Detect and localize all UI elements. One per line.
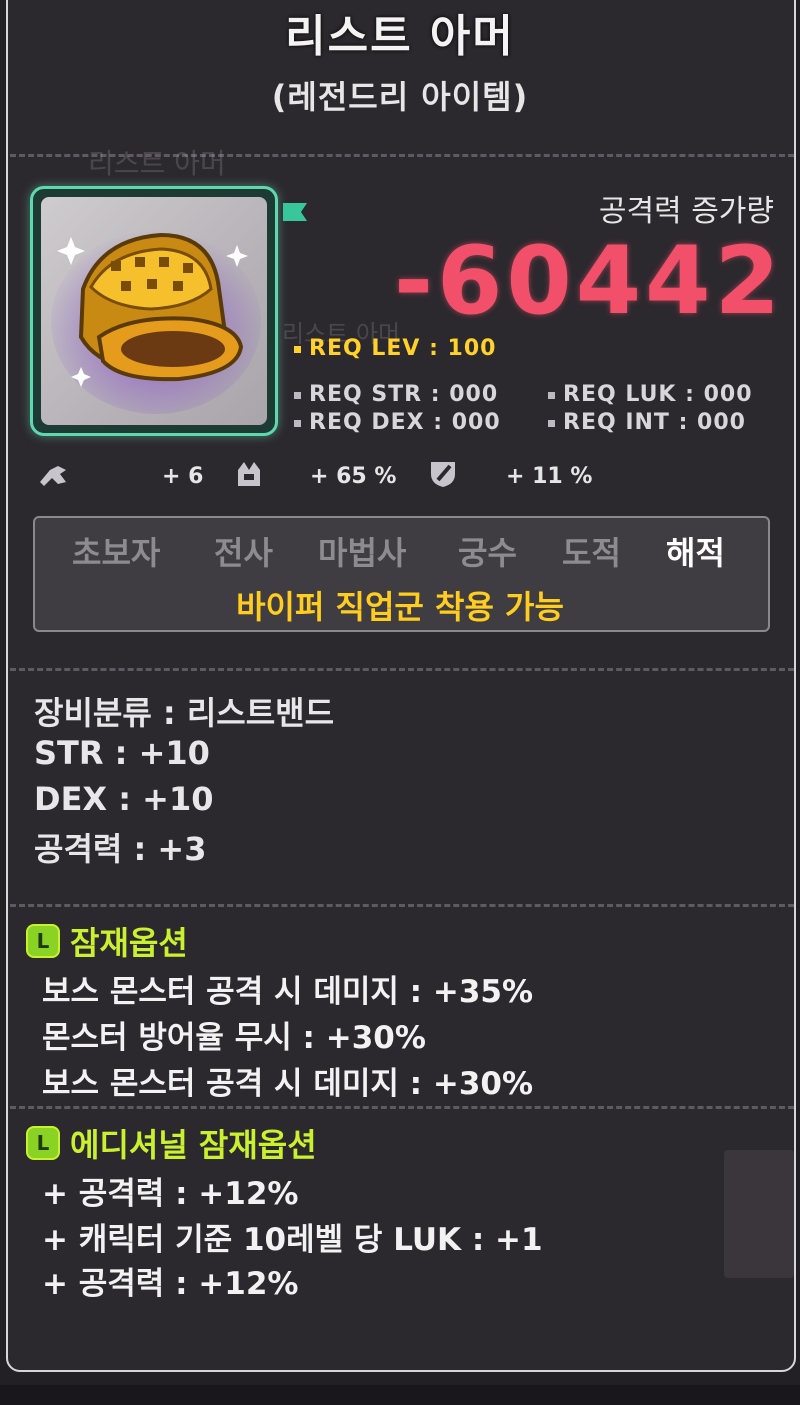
job-archer: 궁수 [458,534,517,572]
item-name: 리스트 아머 [285,11,515,62]
job-warrior: 전사 [214,534,273,572]
wrist-armor-icon [51,230,261,414]
job-note: 바이퍼 직업군 착용 가능 [236,588,564,626]
ghost-item-name: 리스트 아머 [88,147,226,180]
background-block [724,1150,794,1278]
attack-change-label: 공격력 증가량 [598,194,774,229]
potential-header: 잠재옵션 [26,918,188,964]
boss-damage-value: + 65 % [310,464,397,489]
boss-damage-icon [238,462,260,486]
stat-dex: DEX : +10 [34,780,214,818]
req-luk: REQ LUK : 000 [548,382,753,407]
additional-line-2: + 캐릭터 기준 10레벨 당 LUK : +1 [42,1222,543,1258]
job-magician: 마법사 [318,534,407,572]
bottom-edge [0,1385,800,1405]
divider-stats [10,668,794,671]
additional-potential-header: 에디셔널 잠재옵션 [26,1120,317,1166]
potential-line-1: 보스 몬스터 공격 시 데미지 : +35% [42,974,534,1010]
job-beginner: 초보자 [72,534,161,572]
item-icon-frame [30,186,278,436]
potential-line-2: 몬스터 방어율 무시 : +30% [42,1020,426,1056]
upgrade-count: + 6 [162,464,204,489]
stat-str: STR : +10 [34,734,210,772]
shield-icon [431,462,455,487]
legendary-grade-icon [26,1126,60,1160]
additional-line-3: + 공격력 : +12% [42,1266,299,1302]
additional-line-1: + 공격력 : +12% [42,1176,299,1212]
req-str: REQ STR : 000 [294,382,498,407]
upgrade-hammer-icon [40,466,66,486]
attack-change-value: -60442 [393,227,784,336]
stat-attack: 공격력 : +3 [34,830,207,868]
item-icon-background [41,197,267,425]
potential-line-3: 보스 몬스터 공격 시 데미지 : +30% [42,1066,534,1102]
req-int: REQ INT : 000 [548,410,746,435]
divider-potential [10,904,794,907]
legendary-grade-icon [26,924,60,958]
job-thief: 도적 [562,534,621,572]
req-dex: REQ DEX : 000 [294,410,501,435]
equip-category: 장비분류 : 리스트밴드 [34,694,335,732]
job-pirate: 해적 [666,534,725,572]
ignore-defense-value: + 11 % [506,464,593,489]
req-level: REQ LEV : 100 [294,336,496,361]
divider-additional [10,1106,794,1109]
item-grade: (레전드리 아이템) [271,78,529,116]
